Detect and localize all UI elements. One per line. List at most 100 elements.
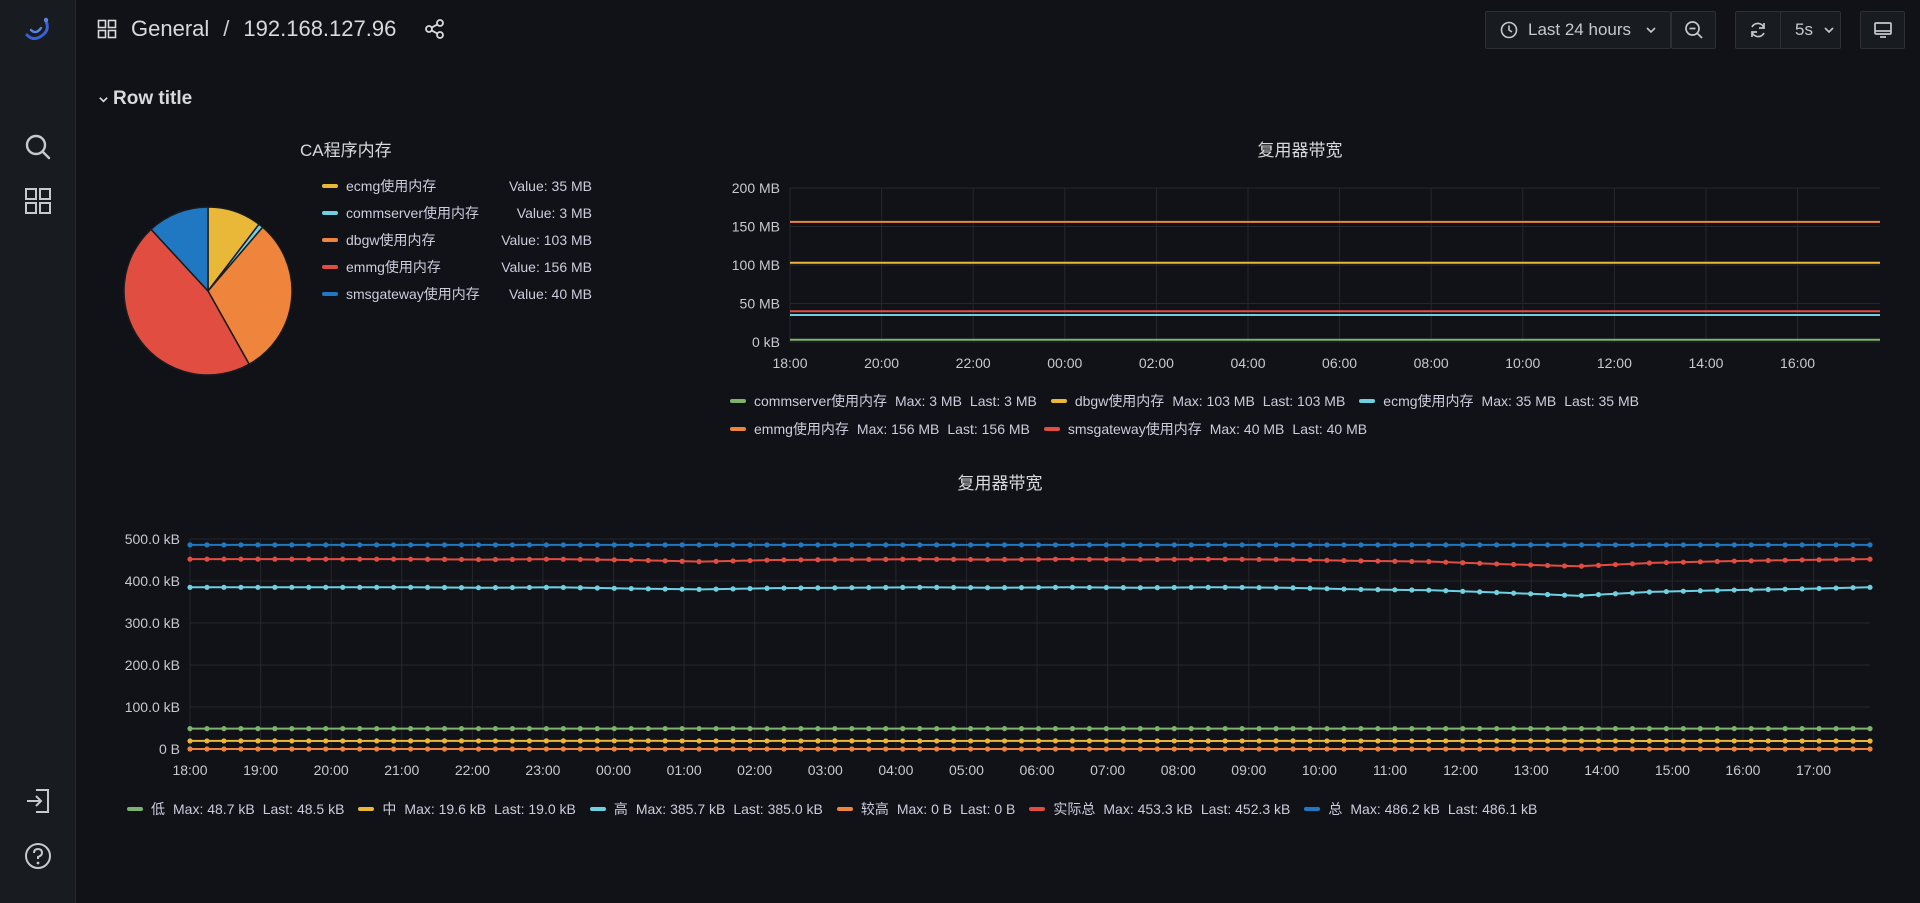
series-point: [764, 542, 770, 548]
series-point: [408, 584, 414, 590]
series-point: [628, 542, 634, 548]
series-point: [204, 738, 210, 744]
series-point: [883, 542, 889, 548]
series-point: [866, 542, 872, 548]
series-point: [934, 738, 940, 744]
series-point: [1324, 726, 1330, 732]
x-tick-label: 14:00: [1584, 762, 1619, 778]
row-title-text: Row title: [113, 88, 193, 109]
series-point: [1663, 588, 1669, 595]
series-point: [1001, 725, 1008, 732]
mux-panel-2-title[interactable]: 复用器带宽: [880, 469, 1120, 494]
series-point: [1358, 542, 1364, 548]
legend-item[interactable]: 中 Max: 19.6 kB Last: 19.0 kB: [358, 799, 576, 819]
series-point: [526, 556, 532, 562]
breadcrumb-folder[interactable]: General: [131, 16, 209, 42]
series-point: [1782, 726, 1788, 732]
series-point: [1358, 725, 1364, 732]
series-point: [1086, 738, 1092, 744]
series-point: [1222, 542, 1228, 548]
dashboard-grid-icon: [97, 19, 117, 39]
legend-item[interactable]: 较高 Max: 0 B Last: 0 B: [836, 799, 1015, 819]
series-point: [764, 746, 770, 752]
legend-item[interactable]: 实际总 Max: 453.3 kB Last: 452.3 kB: [1029, 799, 1290, 819]
series-point: [1069, 726, 1076, 732]
series-point: [238, 584, 244, 590]
y-tick-label: 500.0 kB: [125, 531, 180, 547]
legend-item[interactable]: commserver使用内存 Max: 3 MB Last: 3 MB: [730, 391, 1037, 411]
series-point: [730, 725, 736, 732]
tv-mode-button[interactable]: [1860, 11, 1905, 49]
series-point: [509, 584, 516, 591]
breadcrumb-dashboard[interactable]: 192.168.127.96: [243, 16, 396, 42]
series-point: [408, 556, 414, 562]
mux-panel-1-title[interactable]: 复用器带宽: [1180, 136, 1420, 161]
series-point: [306, 542, 312, 548]
series-point: [1035, 726, 1042, 732]
series-point: [458, 746, 465, 752]
series-point: [951, 542, 957, 548]
time-range-picker[interactable]: Last 24 hours: [1485, 11, 1671, 49]
legend-item[interactable]: dbgw使用内存 Max: 103 MB Last: 103 MB: [1050, 391, 1346, 411]
series-point: [1052, 542, 1059, 548]
share-icon[interactable]: [424, 18, 446, 40]
legend-item[interactable]: dbgw使用内存 Value: 103 MB: [322, 230, 592, 250]
series-point: [747, 738, 753, 744]
dashboards-icon[interactable]: [22, 185, 54, 217]
series-point: [968, 726, 974, 732]
series-point: [815, 746, 821, 752]
zoom-out-button[interactable]: [1671, 11, 1716, 49]
series-point: [1324, 586, 1330, 592]
refresh-button[interactable]: [1736, 20, 1780, 40]
series-point: [1799, 542, 1805, 548]
series-point: [1578, 592, 1585, 599]
breadcrumb: General / 192.168.127.96: [97, 16, 446, 42]
refresh-picker[interactable]: 5s: [1735, 11, 1841, 49]
row-title[interactable]: Row title: [98, 88, 192, 110]
legend-item[interactable]: 低 Max: 48.7 kB Last: 48.5 kB: [127, 799, 344, 819]
series-point: [1324, 557, 1330, 563]
series-point: [1697, 746, 1703, 752]
series-point: [1256, 738, 1262, 744]
series-point: [1188, 738, 1194, 744]
help-icon[interactable]: [22, 840, 54, 872]
series-point: [1629, 542, 1636, 548]
series-point: [1392, 738, 1398, 744]
series-point: [1052, 746, 1059, 752]
grafana-logo-icon[interactable]: [22, 14, 54, 46]
x-tick-label: 20:00: [864, 355, 899, 371]
series-point: [679, 738, 685, 744]
legend-item[interactable]: ecmg使用内存 Value: 35 MB: [322, 176, 592, 196]
series-point: [1222, 584, 1228, 590]
legend-item[interactable]: emmg使用内存 Value: 156 MB: [322, 257, 592, 277]
series-point: [475, 585, 482, 591]
legend-item[interactable]: commserver使用内存 Value: 3 MB: [322, 203, 592, 223]
series-point: [391, 738, 397, 744]
legend-last: Last: 40 MB: [1292, 421, 1368, 437]
chevron-down-icon: [1823, 24, 1835, 36]
search-icon[interactable]: [22, 131, 54, 163]
series-point: [1867, 746, 1873, 752]
sign-in-icon[interactable]: [22, 785, 54, 817]
pie-panel-title[interactable]: CA程序内存: [300, 136, 392, 161]
series-point: [1748, 587, 1754, 593]
series-point: [1714, 725, 1720, 732]
legend-item[interactable]: 总 Max: 486.2 kB Last: 486.1 kB: [1304, 799, 1537, 819]
legend-item[interactable]: smsgateway使用内存 Value: 40 MB: [322, 284, 592, 304]
legend-item[interactable]: 高 Max: 385.7 kB Last: 385.0 kB: [589, 799, 823, 819]
legend-item[interactable]: emmg使用内存 Max: 156 MB Last: 156 MB: [730, 419, 1030, 439]
series-point: [696, 586, 702, 592]
monitor-icon: [1873, 20, 1893, 40]
series-point: [1171, 542, 1177, 548]
series-point: [1290, 726, 1296, 732]
legend-item[interactable]: ecmg使用内存 Max: 35 MB Last: 35 MB: [1359, 391, 1639, 411]
legend-last: Last: 103 MB: [1262, 393, 1346, 409]
series-point: [1867, 726, 1873, 732]
series-point: [713, 586, 719, 592]
series-point: [1222, 556, 1228, 562]
legend-item[interactable]: smsgateway使用内存 Max: 40 MB Last: 40 MB: [1043, 419, 1368, 439]
series-point: [832, 746, 838, 752]
series-point: [1561, 738, 1568, 744]
zoom-out-icon: [1684, 20, 1704, 40]
refresh-interval-label[interactable]: 5s: [1795, 20, 1813, 40]
